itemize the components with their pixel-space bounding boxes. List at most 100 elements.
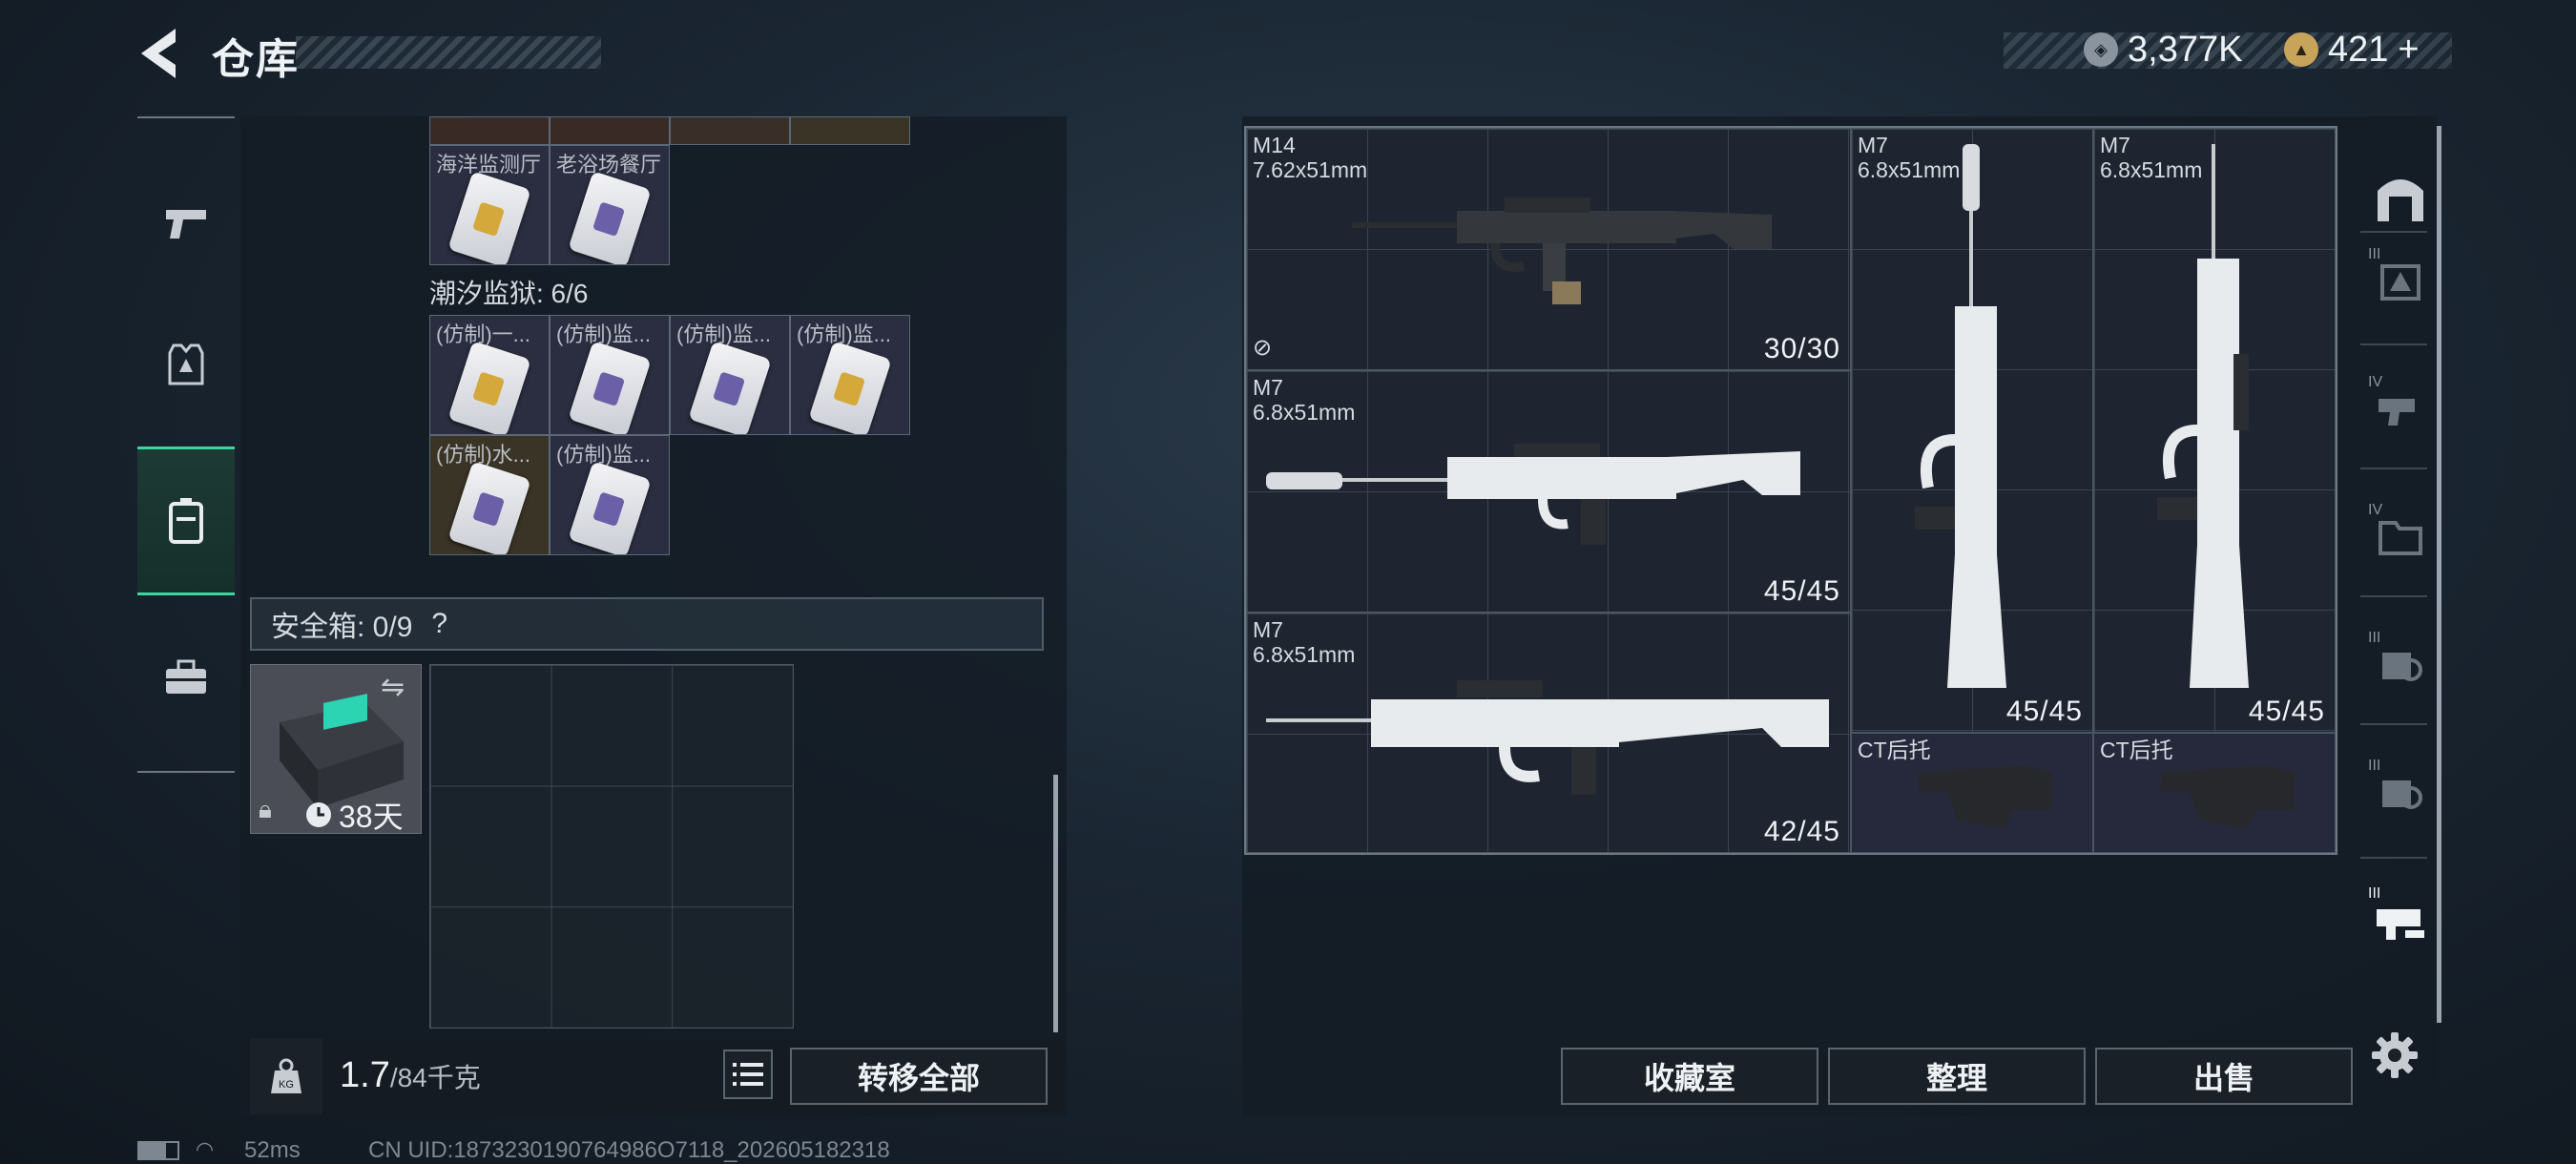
title-stripe-decoration (296, 36, 601, 69)
weapon-slot-m14[interactable]: M14 7.62x51mm ⊘ 30/30 (1246, 128, 1851, 370)
weapon-ammo: 45/45 (2005, 696, 2083, 727)
safe-box-label: 安全箱: 0/9 (271, 612, 413, 643)
currency-silver[interactable]: ◈ 3,377K (2084, 29, 2242, 71)
weapon-slot-m7[interactable]: M7 6.8x51mm 42/45 (1246, 613, 1851, 853)
weapon-ammo: 45/45 (2248, 696, 2325, 727)
inventory-item[interactable]: (仿制)监... (670, 315, 790, 435)
collection-room-button[interactable]: 收藏室 (1561, 1048, 1818, 1105)
weight-current: 1.7 (340, 1055, 390, 1095)
m7-rifle-icon (1266, 680, 1829, 795)
tier-label: III (2368, 885, 2381, 902)
weapon-info: M7 6.8x51mm (1253, 375, 1355, 425)
attachment-slot-stock[interactable]: CT后托 (1851, 733, 2093, 853)
inventory-item[interactable]: 老浴场餐厅 (550, 145, 670, 265)
ammo-icon (2382, 780, 2422, 809)
nav-case[interactable] (137, 630, 235, 725)
keycard-icon (688, 341, 772, 434)
grid-slot-partial[interactable] (790, 116, 910, 145)
silver-amount: 3,377K (2128, 29, 2243, 70)
grid-slot-partial[interactable] (550, 116, 670, 145)
helmet-icon (2380, 264, 2420, 301)
lock-icon: 🔒︎ (259, 795, 272, 823)
attachment-slot-stock[interactable]: CT后托 (2093, 733, 2336, 853)
gold-amount: 421 (2328, 29, 2389, 70)
inventory-item[interactable]: (仿制)监... (550, 435, 670, 555)
keycard-icon (447, 341, 531, 434)
gold-add-button[interactable]: + (2398, 30, 2419, 71)
keycard-icon (568, 461, 652, 554)
inventory-item[interactable]: (仿制)监... (790, 315, 910, 435)
kg-weight-icon: KG (271, 1058, 301, 1093)
nav-tier-helmet[interactable]: III (2368, 246, 2431, 311)
keycard-icon (568, 341, 652, 434)
nav-stash-all[interactable] (2370, 166, 2431, 227)
m7-rifle-icon (1266, 444, 1800, 545)
inventory-item[interactable]: (仿制)水... (429, 435, 550, 555)
weapon-name: M7 (1253, 375, 1283, 400)
weapon-ammo: 30/30 (1763, 333, 1840, 364)
safe-box-item[interactable]: ⇋ 🔒︎ 38天 (250, 664, 422, 834)
weapon-slot-m7[interactable]: M7 6.8x51mm 45/45 (1246, 370, 1851, 613)
armor-icon (168, 343, 204, 385)
wifi-icon: ◜◝ (197, 1137, 214, 1161)
weapon-slot-m7-vertical[interactable]: M7 6.8x51mm 45/45 (2093, 128, 2336, 733)
nav-backpack[interactable] (137, 447, 235, 595)
back-button[interactable] (132, 23, 189, 84)
stash-icon (2378, 179, 2423, 221)
nav-tier-weapons-active[interactable]: III (2368, 885, 2431, 950)
item-label: 老浴场餐厅 (556, 153, 662, 177)
folder-icon (2379, 521, 2422, 555)
keycard-icon (447, 461, 531, 554)
inventory-item[interactable]: 海洋监测厅 (429, 145, 550, 265)
nav-tier-rig[interactable]: IV (2368, 374, 2431, 439)
safe-box-header: 安全箱: 0/9 ? (250, 597, 1044, 651)
m7-rifle-icon (1915, 144, 2006, 688)
uid-text: CN UID:1873230190764986O7118_20260518231… (368, 1137, 890, 1163)
page-title: 仓库 (212, 36, 300, 83)
safe-box-duration: 38天 (304, 793, 404, 837)
grid-slot-partial[interactable] (670, 116, 790, 145)
list-icon (733, 1063, 763, 1086)
settings-button[interactable] (2366, 1027, 2423, 1084)
currency-gold[interactable]: ▲ 421 + (2284, 29, 2420, 71)
weapon-info: M14 7.62x51mm (1253, 133, 1367, 182)
weight-lock-button[interactable]: KG (250, 1038, 322, 1114)
pistol-icon (166, 210, 206, 239)
duration-text: 38天 (339, 800, 404, 834)
keycard-icon (568, 171, 652, 264)
item-label: 海洋监测厅 (436, 153, 542, 177)
nav-tier-ammo[interactable]: III (2368, 758, 2431, 822)
rig-icon (2379, 399, 2415, 426)
weapon-rack-icon (2377, 909, 2424, 940)
transfer-all-button[interactable]: 转移全部 (790, 1048, 1048, 1105)
tier-label: III (2368, 758, 2381, 774)
organize-button[interactable]: 整理 (1828, 1048, 2086, 1105)
weight-readout: 1.7/84千克 (340, 1055, 481, 1096)
swap-icon[interactable]: ⇋ (381, 671, 405, 704)
nav-tier-bag[interactable]: IV (2368, 502, 2431, 567)
weapon-slot-m7-vertical[interactable]: M7 6.8x51mm 45/45 (1851, 128, 2093, 733)
sell-button[interactable]: 出售 (2095, 1048, 2353, 1105)
stock-icon (2161, 766, 2295, 829)
svg-text:KG: KG (279, 1079, 294, 1091)
weapon-ammo: 45/45 (1763, 575, 1840, 607)
list-view-button[interactable] (723, 1050, 773, 1099)
inventory-scrollbar[interactable] (1053, 775, 1058, 1032)
nav-weapons[interactable] (137, 176, 235, 271)
medkit-icon (2382, 653, 2422, 681)
backpack-icon (169, 498, 203, 544)
weapon-caliber: 6.8x51mm (1253, 400, 1356, 425)
grid-slot-partial[interactable] (429, 116, 550, 145)
nav-armor[interactable] (137, 317, 235, 412)
nav-tier-consumables[interactable]: III (2368, 630, 2431, 695)
safe-box-grid[interactable] (429, 664, 794, 1029)
battery-icon (137, 1141, 179, 1160)
inventory-item[interactable]: (仿制)监... (550, 315, 670, 435)
inventory-item[interactable]: (仿制)一... (429, 315, 550, 435)
help-button[interactable]: ? (431, 608, 447, 640)
stock-icon (1919, 766, 2052, 829)
keycard-icon (808, 341, 892, 434)
m7-rifle-icon (2157, 144, 2249, 688)
weapon-info: M7 6.8x51mm (1253, 617, 1355, 667)
weapon-name: M14 (1253, 133, 1296, 157)
